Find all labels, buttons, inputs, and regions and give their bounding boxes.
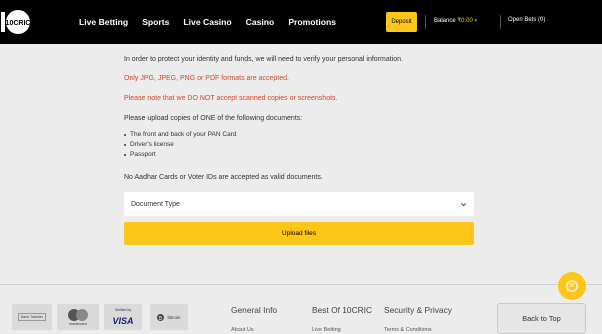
verified-by-visa-badge: Verified by VISA xyxy=(104,304,142,330)
bank-transfer-badge: Bank Transfer xyxy=(12,304,52,330)
list-item: The front and back of your PAN Card xyxy=(124,130,236,140)
visa-label: VISA xyxy=(112,316,134,326)
chevron-down-icon: ▾ xyxy=(474,18,478,24)
top-header: 10CRIC Live Betting Sports Live Casino C… xyxy=(0,0,602,44)
nav-casino[interactable]: Casino xyxy=(246,17,275,27)
mastercard-label: mastercard xyxy=(69,322,87,326)
deposit-button[interactable]: Deposit xyxy=(386,12,417,32)
footer-link-terms[interactable]: Terms & Conditions xyxy=(384,327,432,333)
document-type-select[interactable]: Document Type xyxy=(124,192,474,216)
upload-instruction: Please upload copies of ONE of the follo… xyxy=(124,115,303,122)
mastercard-icon xyxy=(68,309,88,321)
footer-heading-security: Security & Privacy xyxy=(384,305,452,315)
mastercard-badge: mastercard xyxy=(57,304,99,330)
nav-sports[interactable]: Sports xyxy=(142,17,169,27)
back-to-top-button[interactable]: Back to Top xyxy=(497,303,586,334)
bitcoin-label: bitcoin xyxy=(167,314,181,320)
header-divider xyxy=(500,15,501,29)
nav-live-betting[interactable]: Live Betting xyxy=(79,17,128,27)
not-accepted-note: No Aadhar Cards or Voter IDs are accepte… xyxy=(124,174,323,181)
formats-note: Only JPG, JPEG, PNG or PDF formats are a… xyxy=(124,75,289,82)
page: 10CRIC Live Betting Sports Live Casino C… xyxy=(0,0,602,334)
document-type-value: Document Type xyxy=(131,200,180,208)
balance-label: Balance xyxy=(434,18,456,24)
footer-heading-general-info: General Info xyxy=(231,305,278,315)
intro-text: In order to protect your identity and fu… xyxy=(124,56,403,63)
upload-files-button[interactable]: Upload files xyxy=(124,222,474,245)
footer-link-about-us[interactable]: About Us xyxy=(231,327,254,333)
balance-amount: ₹0.00 xyxy=(457,18,473,24)
list-item: Passport xyxy=(124,150,236,160)
nav-live-casino[interactable]: Live Casino xyxy=(183,17,231,27)
document-list: The front and back of your PAN Card Driv… xyxy=(124,130,236,160)
open-bets-link[interactable]: Open Bets (0) xyxy=(508,17,545,23)
main-nav: Live Betting Sports Live Casino Casino P… xyxy=(79,0,350,44)
header-divider xyxy=(425,15,426,29)
footer-heading-best-of: Best Of 10CRIC xyxy=(312,305,373,315)
logo-text: 10CRIC xyxy=(6,20,31,27)
verified-by-label: Verified by xyxy=(114,308,132,312)
chat-icon[interactable] xyxy=(558,272,586,300)
bitcoin-icon: ₿ xyxy=(157,313,165,321)
balance-display[interactable]: Balance ₹0.00 ▾ xyxy=(434,17,477,24)
logo-icon[interactable]: 10CRIC xyxy=(0,0,50,44)
footer-divider xyxy=(0,284,602,285)
list-item: Driver's license xyxy=(124,140,236,150)
chevron-down-icon xyxy=(461,202,466,206)
bank-transfer-label: Bank Transfer xyxy=(18,313,46,321)
scan-note: Please note that we DO NOT accept scanne… xyxy=(124,95,338,102)
footer-link-live-betting[interactable]: Live Betting xyxy=(312,327,341,333)
bitcoin-badge: ₿ bitcoin xyxy=(150,304,188,330)
nav-promotions[interactable]: Promotions xyxy=(288,17,336,27)
